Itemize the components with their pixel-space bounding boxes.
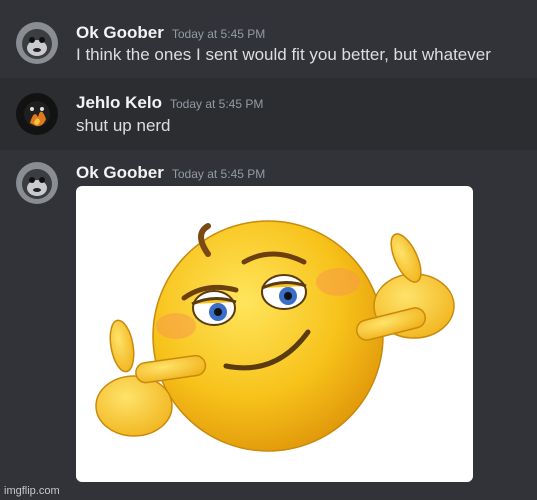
- username[interactable]: Ok Goober Today at 5:45 PM: [76, 23, 265, 43]
- username-text[interactable]: Jehlo Kelo: [76, 93, 162, 112]
- username[interactable]: Ok Goober Today at 5:45 PM: [76, 163, 265, 183]
- timestamp: Today at 5:45 PM: [171, 27, 266, 41]
- watermark: imgflip.com: [4, 485, 60, 497]
- avatar-jehlo-kelo[interactable]: [16, 93, 58, 135]
- timestamp: Today at 5:45 PM: [169, 97, 264, 111]
- image-attachment[interactable]: [76, 186, 473, 482]
- message-2: Jehlo Kelo Today at 5:45 PM shut up nerd: [0, 78, 537, 150]
- gorilla-avatar-icon: [16, 162, 58, 204]
- smug-pointing-emoji-image: [95, 220, 455, 452]
- avatar-ok-goober[interactable]: [16, 22, 58, 64]
- dark-fire-avatar-icon: [16, 93, 58, 135]
- message-text: I think the ones I sent would fit you be…: [76, 45, 491, 64]
- username-text[interactable]: Ok Goober: [76, 23, 164, 42]
- avatar-ok-goober[interactable]: [16, 162, 58, 204]
- username[interactable]: Jehlo Kelo Today at 5:45 PM: [76, 93, 263, 113]
- username-text[interactable]: Ok Goober: [76, 163, 164, 182]
- message-1: Ok Goober Today at 5:45 PM I think the on…: [0, 0, 537, 78]
- gorilla-avatar-icon: [16, 22, 58, 64]
- timestamp: Today at 5:45 PM: [171, 167, 266, 181]
- message-text: shut up nerd: [76, 116, 171, 135]
